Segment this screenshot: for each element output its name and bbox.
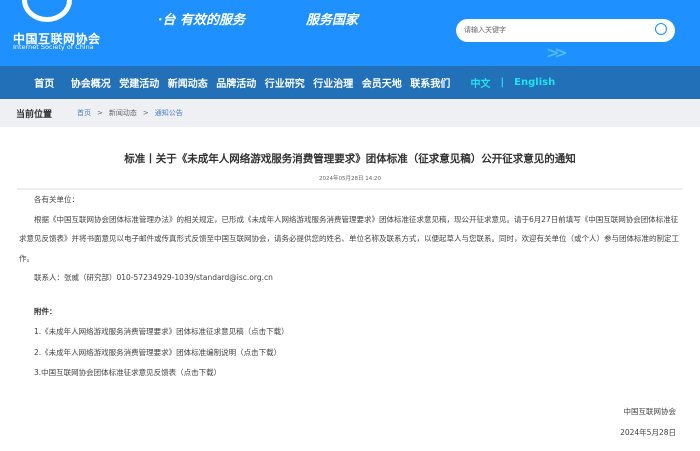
- signature-org: 中国互联网协会: [623, 406, 677, 416]
- slogan-right: 服务国家: [306, 13, 359, 28]
- lang-cn[interactable]: 中文: [471, 75, 491, 90]
- lang-en[interactable]: English: [514, 77, 555, 88]
- slogan-left: ·台 有效的服务: [158, 13, 246, 28]
- logo-icon[interactable]: [22, 0, 72, 22]
- attachments: 附件： 1.《未成年人网络游戏服务消费管理要求》团体标准征求意见稿（点击下载） …: [0, 288, 700, 384]
- breadcrumb-label: 当前位置: [16, 109, 53, 120]
- nav-about[interactable]: 协会概况: [67, 75, 116, 90]
- article-title: 标准丨关于《未成年人网络游戏服务消费管理要求》团体标准（征求意见稿）公开征求意见…: [124, 153, 576, 165]
- main-nav: 首页 协会概况 党建活动 新闻动态 品牌活动 行业研究 行业治理 会员天地 联系…: [0, 66, 700, 99]
- attachment-link[interactable]: 1.《未成年人网络游戏服务消费管理要求》团体标准征求意见稿（点击下载）: [34, 322, 666, 343]
- nav-home[interactable]: 首页: [20, 75, 69, 90]
- signature: 中国互联网协会 2024年5月28日: [0, 401, 700, 443]
- breadcrumb-notices[interactable]: 通知公告: [155, 108, 183, 118]
- search-icon[interactable]: [655, 23, 667, 35]
- nav-members[interactable]: 会员天地: [358, 75, 407, 90]
- nav-news[interactable]: 新闻动态: [164, 75, 213, 90]
- logo-subtitle: Internet Society of China: [13, 43, 94, 51]
- article-body: 各有关单位： 根据《中国互联网协会团体标准管理办法》的相关规定，已形成《未成年人…: [0, 190, 700, 288]
- attachment-link[interactable]: 3.中国互联网协会团体标准征求意见反馈表（点击下载）: [34, 363, 666, 384]
- attachment-link[interactable]: 2.《未成年人网络游戏服务消费管理要求》团体标准编制说明（点击下载）: [34, 343, 666, 364]
- nav-party[interactable]: 党建活动: [115, 75, 164, 90]
- nav-research[interactable]: 行业研究: [261, 75, 310, 90]
- contact: 联系人：张威（研究部）010-57234929-1039/standard@is…: [34, 273, 273, 282]
- breadcrumb-home[interactable]: 首页: [77, 108, 91, 118]
- paragraph: 根据《中国互联网协会团体标准管理办法》的相关规定，已形成《未成年人网络游戏服务消…: [19, 214, 679, 263]
- breadcrumb-sep: >: [142, 109, 149, 117]
- salutation: 各有关单位：: [34, 195, 79, 204]
- nav-brand[interactable]: 品牌活动: [212, 75, 261, 90]
- search-input[interactable]: 请输入关键字: [456, 19, 675, 42]
- breadcrumb-sep: >: [97, 109, 103, 117]
- article-date: 2024年05月28日 14:20: [318, 176, 382, 182]
- breadcrumb: 当前位置 首页 > 新闻动态 > 通知公告: [0, 99, 700, 127]
- nav-contact[interactable]: 联系我们: [406, 75, 455, 90]
- lang-separator: |: [500, 77, 505, 88]
- search-placeholder: 请输入关键字: [464, 26, 506, 34]
- chevron-right-icon: >>: [546, 43, 568, 62]
- site-header: 中国互联网协会 Internet Society of China ·台 有效的…: [0, 0, 700, 66]
- attachments-label: 附件：: [34, 306, 57, 316]
- breadcrumb-news[interactable]: 新闻动态: [109, 108, 137, 118]
- nav-governance[interactable]: 行业治理: [309, 75, 358, 90]
- signature-date: 2024年5月28日: [620, 427, 676, 437]
